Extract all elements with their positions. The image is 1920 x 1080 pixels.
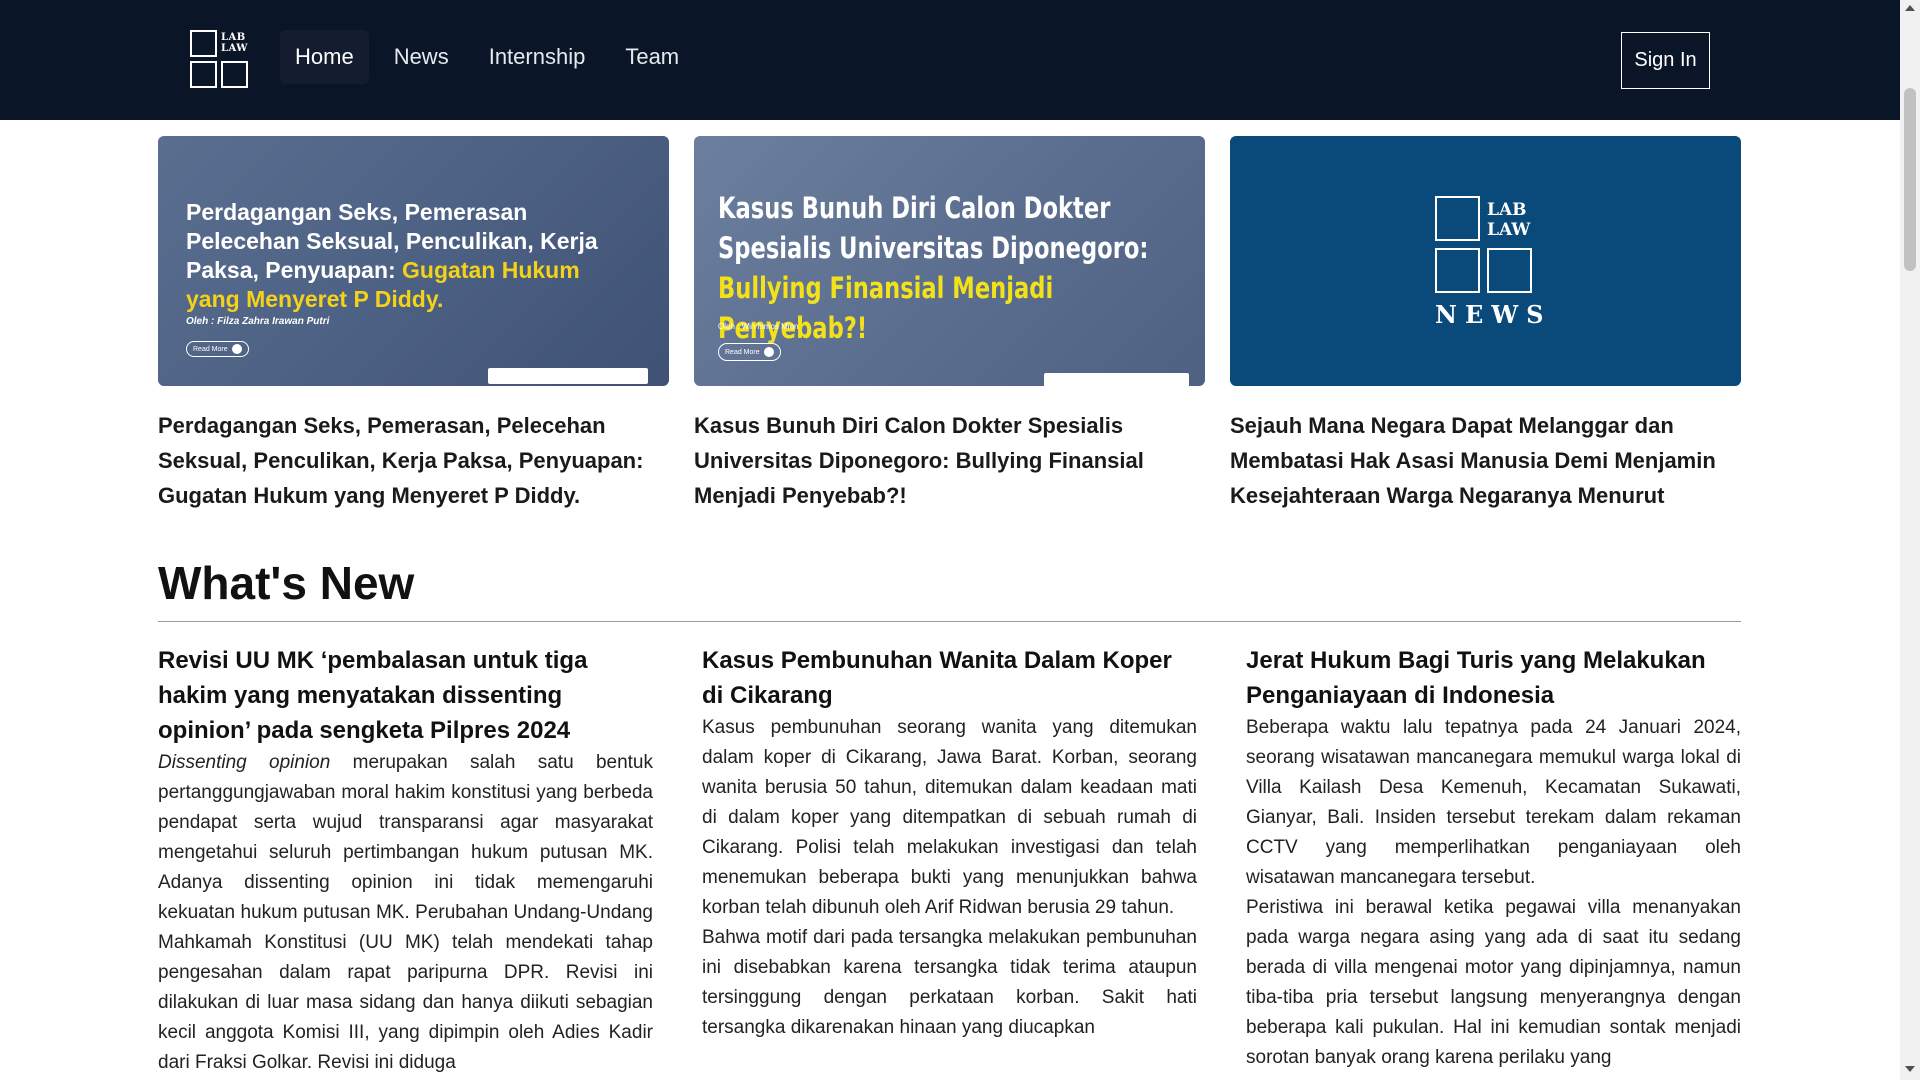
featured-card[interactable]: Kasus Bunuh Diri Calon Dokter Spesialis … (694, 136, 1205, 513)
news-article: Kasus Pembunuhan Wanita Dalam Koper di C… (702, 643, 1197, 1043)
logo-square-icon (1435, 196, 1480, 241)
arrow-icon (231, 344, 242, 354)
featured-card-image[interactable]: LAB LAW NEWS (1230, 136, 1741, 386)
section-divider (158, 621, 1741, 622)
lab-law-logo[interactable]: LAB LAW (190, 30, 250, 90)
main-nav: Home News Internship Team (280, 30, 694, 84)
image-read-more: Read More (186, 341, 249, 357)
page-scrollbar[interactable] (1900, 0, 1920, 1080)
news-article: Revisi UU MK ‘pembalasan untuk tiga haki… (158, 643, 653, 1078)
image-author: Oleh : Filza Zahra Irawan Putri (186, 316, 330, 327)
nav-home[interactable]: Home (280, 30, 369, 84)
featured-card[interactable]: Perdagangan Seks, Pemerasan Pelecehan Se… (158, 136, 669, 513)
image-author: Oleh : Win Ismos Mion (718, 322, 799, 331)
featured-card-image[interactable]: Kasus Bunuh Diri Calon Dokter Spesialis … (694, 136, 1205, 386)
featured-card-image[interactable]: Perdagangan Seks, Pemerasan Pelecehan Se… (158, 136, 669, 386)
logo-square-icon (1487, 248, 1532, 293)
article-paragraph: Peristiwa ini berawal ketika pegawai vil… (1246, 897, 1741, 1068)
article-body: Kasus pembunuhan seorang wanita yang dit… (702, 713, 1197, 1043)
logo-square-icon (190, 61, 217, 88)
logo-text: LAB LAW (221, 32, 249, 54)
news-article: Jerat Hukum Bagi Turis yang Melakukan Pe… (1246, 643, 1741, 1073)
scroll-down-arrow-icon[interactable] (1905, 1066, 1915, 1072)
article-paragraph: Beberapa waktu lalu tepatnya pada 24 Jan… (1246, 717, 1741, 888)
top-navbar: LAB LAW Home News Internship Team Sign In (0, 0, 1900, 120)
featured-card[interactable]: LAB LAW NEWS Sejauh Mana Negara Dapat Mel… (1230, 136, 1741, 513)
article-body: Dissenting opinion merupakan salah satu … (158, 748, 653, 1078)
nav-team[interactable]: Team (610, 30, 694, 84)
article-body-text: merupakan salah satu bentuk pertanggungj… (158, 752, 654, 1073)
featured-card-title[interactable]: Kasus Bunuh Diri Calon Dokter Spesialis … (694, 408, 1205, 513)
featured-card-title[interactable]: Sejauh Mana Negara Dapat Melanggar dan M… (1230, 408, 1741, 513)
arrow-icon (763, 347, 774, 357)
image-headline: Perdagangan Seks, Pemerasan Pelecehan Se… (186, 199, 598, 312)
nav-news[interactable]: News (379, 30, 464, 84)
social-strip (488, 368, 648, 384)
logo-news-word: NEWS (1435, 300, 1552, 329)
nav-internship[interactable]: Internship (474, 30, 601, 84)
logo-text: LAB LAW (1487, 200, 1531, 240)
logo-square-icon (190, 30, 217, 57)
article-paragraph: Kasus pembunuhan seorang wanita yang dit… (702, 717, 1197, 918)
scroll-up-arrow-icon[interactable] (1905, 5, 1915, 11)
featured-card-title[interactable]: Perdagangan Seks, Pemerasan, Pelecehan S… (158, 408, 669, 513)
logo-square-icon (221, 61, 248, 88)
sign-in-button[interactable]: Sign In (1621, 32, 1710, 89)
lab-law-news-logo: LAB LAW NEWS (1435, 196, 1544, 329)
scrollbar-thumb[interactable] (1904, 88, 1916, 271)
logo-square-icon (1435, 248, 1480, 293)
article-title[interactable]: Revisi UU MK ‘pembalasan untuk tiga haki… (158, 643, 653, 748)
article-body: Beberapa waktu lalu tepatnya pada 24 Jan… (1246, 713, 1741, 1073)
article-paragraph: Bahwa motif dari pada tersangka melakuka… (702, 927, 1197, 1038)
social-strip (1044, 373, 1189, 386)
whats-new-heading: What's New (158, 557, 415, 609)
article-title[interactable]: Kasus Pembunuhan Wanita Dalam Koper di C… (702, 643, 1197, 713)
image-read-more: Read More (718, 343, 781, 361)
article-body-italic: Dissenting opinion (158, 752, 331, 773)
article-title[interactable]: Jerat Hukum Bagi Turis yang Melakukan Pe… (1246, 643, 1741, 713)
